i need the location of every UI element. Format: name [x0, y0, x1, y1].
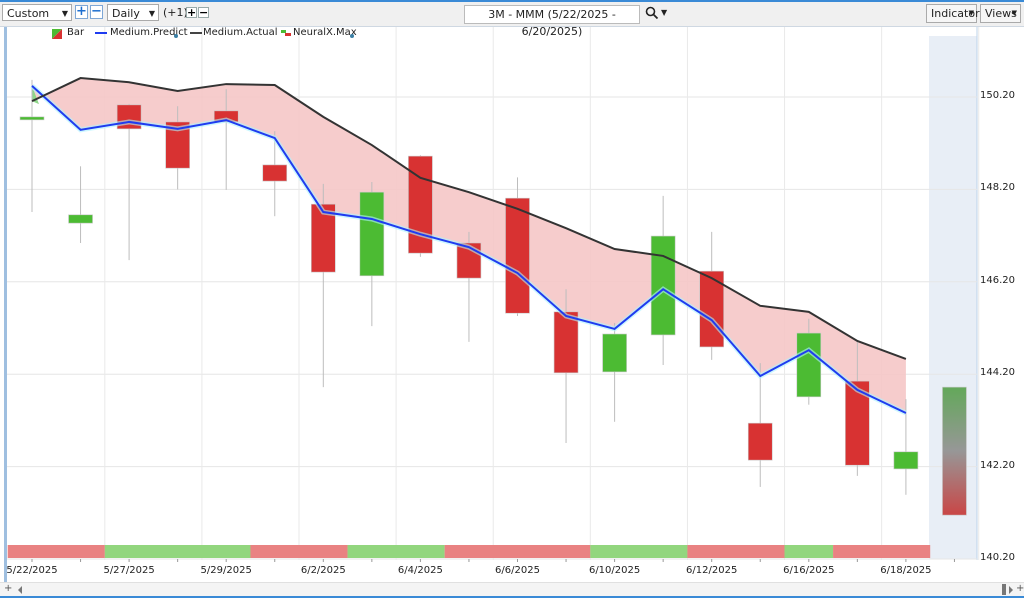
x-tick-label: 6/6/2025	[495, 565, 540, 576]
x-tick-label: 5/29/2025	[200, 565, 252, 576]
horizontal-scrollbar[interactable]: + +	[0, 582, 1024, 597]
bar-legend-icon	[52, 29, 62, 42]
signal-segment-down	[687, 545, 785, 558]
candle-up	[19, 116, 45, 121]
scroll-expand-left-icon[interactable]: +	[4, 583, 12, 594]
candle-down	[553, 311, 579, 374]
signal-segment-up	[104, 545, 251, 558]
candle-up	[650, 235, 676, 336]
x-tick-label: 6/16/2025	[783, 565, 835, 576]
y-tick-label: 148.20	[980, 182, 1015, 194]
candle-down	[262, 164, 288, 182]
x-tick-label: 5/27/2025	[103, 565, 155, 576]
signal-segment-down	[250, 545, 348, 558]
actual-line-icon	[190, 32, 202, 34]
y-tick-label: 144.20	[980, 367, 1015, 379]
signal-segment-down	[444, 545, 591, 558]
x-tick-label: 6/18/2025	[880, 565, 932, 576]
predict-line-icon	[95, 32, 107, 34]
legend-item-bar[interactable]: Bar	[67, 27, 84, 38]
candle-down	[747, 422, 773, 461]
signal-segment-down	[833, 545, 931, 558]
candle-down	[505, 197, 530, 314]
signal-segment-down	[7, 545, 105, 558]
settings-dot-icon[interactable]	[350, 34, 354, 38]
neuralx-legend-icon	[281, 29, 291, 41]
y-tick-label: 146.20	[980, 274, 1015, 286]
candle-up	[893, 451, 919, 470]
candle-up	[68, 214, 93, 224]
scroll-left-arrow-icon[interactable]	[18, 586, 22, 594]
candle-up	[359, 191, 385, 277]
x-tick-label: 6/4/2025	[397, 565, 443, 576]
signal-segment-up	[347, 545, 445, 558]
y-tick-label: 150.20	[980, 90, 1015, 101]
x-tick-label: 5/22/2025	[6, 565, 58, 576]
x-tick-label: 6/12/2025	[686, 565, 738, 576]
x-tick-label: 6/10/2025	[588, 565, 641, 576]
y-tick-label: 140.20	[980, 552, 1015, 563]
y-tick-label: 142.20	[980, 459, 1015, 471]
legend-item-medium-actual[interactable]: Medium.Actual	[203, 27, 278, 38]
x-tick-label: 6/2/2025	[300, 565, 346, 576]
left-frame-border	[4, 27, 7, 582]
price-chart[interactable]	[0, 0, 1024, 598]
scroll-thumb[interactable]	[1002, 584, 1006, 595]
signal-segment-up	[784, 545, 834, 558]
scroll-expand-right-icon[interactable]: +	[1016, 583, 1024, 594]
candle-up	[602, 333, 627, 373]
signal-segment-up	[590, 545, 688, 558]
legend-item-neuralx-max[interactable]: NeuralX.Max	[293, 27, 357, 38]
candle-up	[796, 332, 822, 398]
neuralx-forecast-bar	[942, 386, 967, 516]
settings-dot-icon[interactable]	[174, 34, 178, 38]
scroll-right-arrow-icon[interactable]	[1009, 586, 1013, 594]
